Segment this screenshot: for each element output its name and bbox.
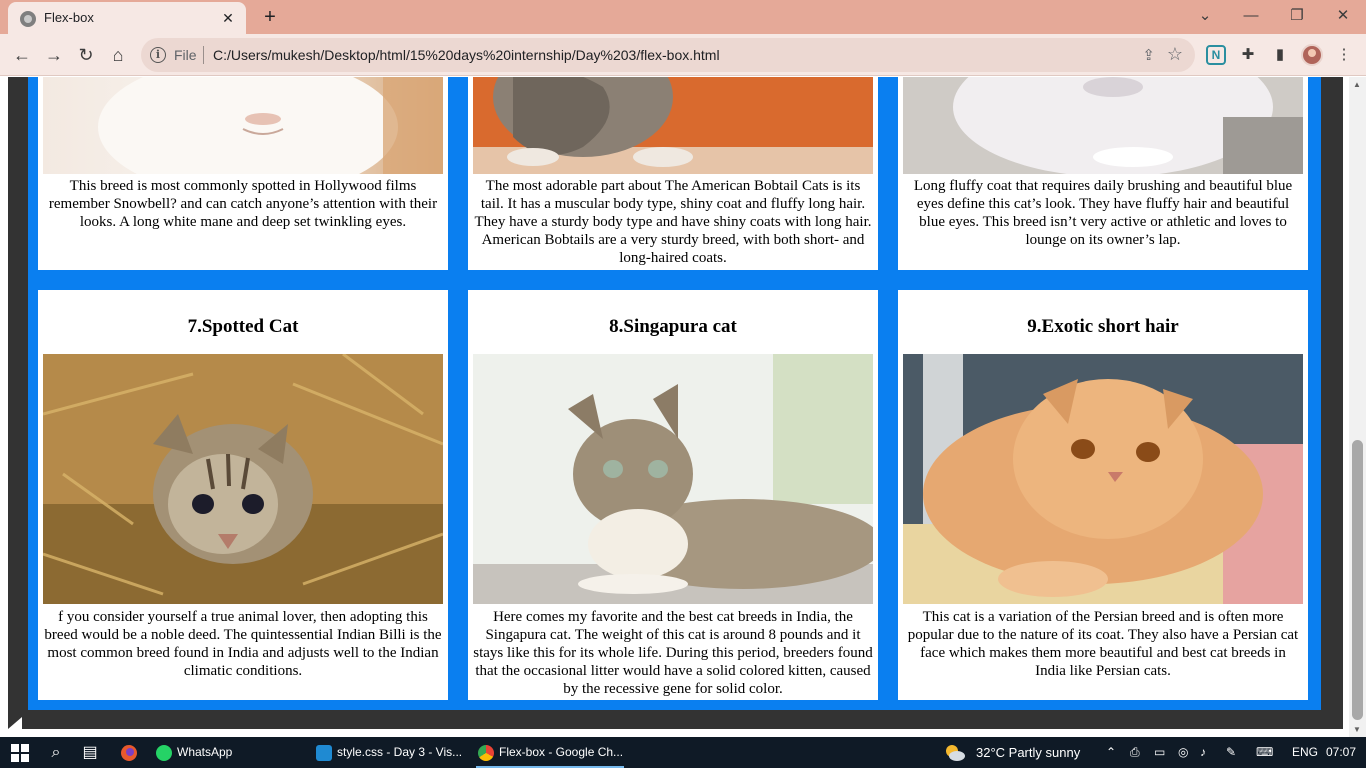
- weather-icon[interactable]: [944, 737, 966, 768]
- taskbar-app-label: WhatsApp: [177, 745, 233, 759]
- card-description: The most adorable part about The America…: [474, 178, 872, 266]
- show-hidden-icons-icon[interactable]: ⌃: [1106, 737, 1120, 768]
- reload-icon[interactable]: ↻: [72, 41, 100, 69]
- cat-card-4: This breed is most commonly spotted in H…: [38, 77, 448, 270]
- keyboard-icon[interactable]: ⌨: [1256, 737, 1280, 768]
- meet-icon[interactable]: ⎙: [1130, 737, 1146, 768]
- card-description: Here comes my favorite and the best cat …: [473, 609, 873, 697]
- whatsapp-icon: [156, 745, 172, 761]
- side-panel-icon[interactable]: ▮: [1270, 45, 1290, 65]
- tab-search-icon[interactable]: ⌄: [1182, 2, 1228, 30]
- share-icon[interactable]: ⇪: [1142, 46, 1155, 64]
- forward-icon[interactable]: →: [40, 41, 68, 69]
- back-icon[interactable]: ←: [8, 41, 36, 69]
- vscode-icon: [316, 745, 332, 761]
- extension-n-icon[interactable]: N: [1206, 45, 1226, 65]
- menu-dots-icon[interactable]: ⋮: [1334, 45, 1354, 65]
- file-label: File: [174, 47, 197, 63]
- clock[interactable]: 07:07: [1326, 737, 1360, 768]
- search-icon[interactable]: ⌕: [44, 741, 68, 765]
- windows-start-icon[interactable]: [8, 741, 32, 765]
- card-description: f you consider yourself a true animal lo…: [44, 609, 442, 679]
- cat-card-9: 9.Exotic short hair This cat is a variat…: [898, 290, 1308, 700]
- volume-icon[interactable]: ♪: [1200, 737, 1216, 768]
- card-title: 8.Singapura cat: [609, 316, 737, 337]
- home-icon[interactable]: ⌂: [104, 41, 132, 69]
- taskbar-app-whatsapp[interactable]: WhatsApp: [152, 737, 302, 768]
- windows-taskbar: ⌕ ▤ WhatsApp style.css - Day 3 - Vis... …: [0, 737, 1366, 768]
- new-tab-button[interactable]: +: [256, 4, 284, 30]
- page-viewport: This breed is most commonly spotted in H…: [0, 77, 1349, 737]
- page-scrollbar[interactable]: ▲ ▼: [1349, 77, 1366, 737]
- language-indicator[interactable]: ENG: [1292, 737, 1322, 768]
- address-separator: [203, 46, 204, 64]
- browser-toolbar: ← → ↻ ⌂ i File C:/Users/mukesh/Desktop/h…: [0, 34, 1366, 76]
- battery-icon[interactable]: ▭: [1154, 737, 1170, 768]
- close-window-button[interactable]: ✕: [1320, 2, 1366, 30]
- pen-icon[interactable]: ✎: [1226, 737, 1242, 768]
- network-icon[interactable]: ◎: [1178, 737, 1194, 768]
- cat-card-5: The most adorable part about The America…: [468, 77, 878, 270]
- card-description: This breed is most commonly spotted in H…: [48, 178, 438, 230]
- cat-image-white-persian: [43, 77, 443, 174]
- bookmark-star-icon[interactable]: ☆: [1167, 44, 1183, 65]
- taskbar-app-vscode[interactable]: style.css - Day 3 - Vis...: [312, 737, 467, 768]
- cat-image-spotted-cat: [43, 354, 443, 604]
- address-bar[interactable]: i File C:/Users/mukesh/Desktop/html/15%2…: [141, 38, 1195, 72]
- browser-tab[interactable]: Flex-box ✕: [8, 2, 246, 34]
- card-description: Long fluffy coat that requires daily bru…: [913, 178, 1293, 248]
- extensions-puzzle-icon[interactable]: ✚: [1238, 45, 1258, 65]
- globe-icon: [20, 11, 36, 27]
- info-icon[interactable]: i: [150, 47, 166, 63]
- cat-image-himalayan: [903, 77, 1303, 174]
- task-view-icon[interactable]: ▤: [78, 741, 102, 765]
- cat-card-7: 7.Spotted Cat f you consider yourself a …: [38, 290, 448, 700]
- cat-image-exotic-shorthair: [903, 354, 1303, 604]
- tab-strip: Flex-box ✕ + ⌄ — ❐ ✕: [0, 0, 1366, 34]
- chrome-icon: [478, 745, 494, 761]
- minimize-button[interactable]: —: [1228, 2, 1274, 30]
- card-title: 7.Spotted Cat: [187, 316, 299, 337]
- cat-card-8: 8.Singapura cat Here comes my favorite a…: [468, 290, 878, 700]
- restore-button[interactable]: ❐: [1274, 2, 1320, 30]
- firefox-icon[interactable]: [117, 741, 141, 765]
- taskbar-app-label: style.css - Day 3 - Vis...: [337, 745, 463, 759]
- scroll-down-icon[interactable]: ▼: [1353, 725, 1361, 734]
- card-title: 9.Exotic short hair: [1027, 316, 1179, 337]
- profile-avatar[interactable]: [1301, 44, 1323, 66]
- cat-image-singapura: [473, 354, 873, 604]
- cat-image-american-bobtail: [473, 77, 873, 174]
- card-description: This cat is a variation of the Persian b…: [907, 609, 1299, 679]
- weather-text[interactable]: 32°C Partly sunny: [976, 737, 1096, 768]
- cat-card-6: Long fluffy coat that requires daily bru…: [898, 77, 1308, 270]
- scroll-up-icon[interactable]: ▲: [1353, 80, 1361, 89]
- url-text[interactable]: C:/Users/mukesh/Desktop/html/15%20days%2…: [213, 47, 720, 63]
- taskbar-app-label: Flex-box - Google Ch...: [499, 745, 624, 759]
- scroll-thumb[interactable]: [1352, 440, 1363, 720]
- tab-title: Flex-box: [44, 10, 94, 25]
- tab-close-icon[interactable]: ✕: [218, 8, 238, 28]
- taskbar-app-chrome[interactable]: Flex-box - Google Ch...: [474, 737, 626, 768]
